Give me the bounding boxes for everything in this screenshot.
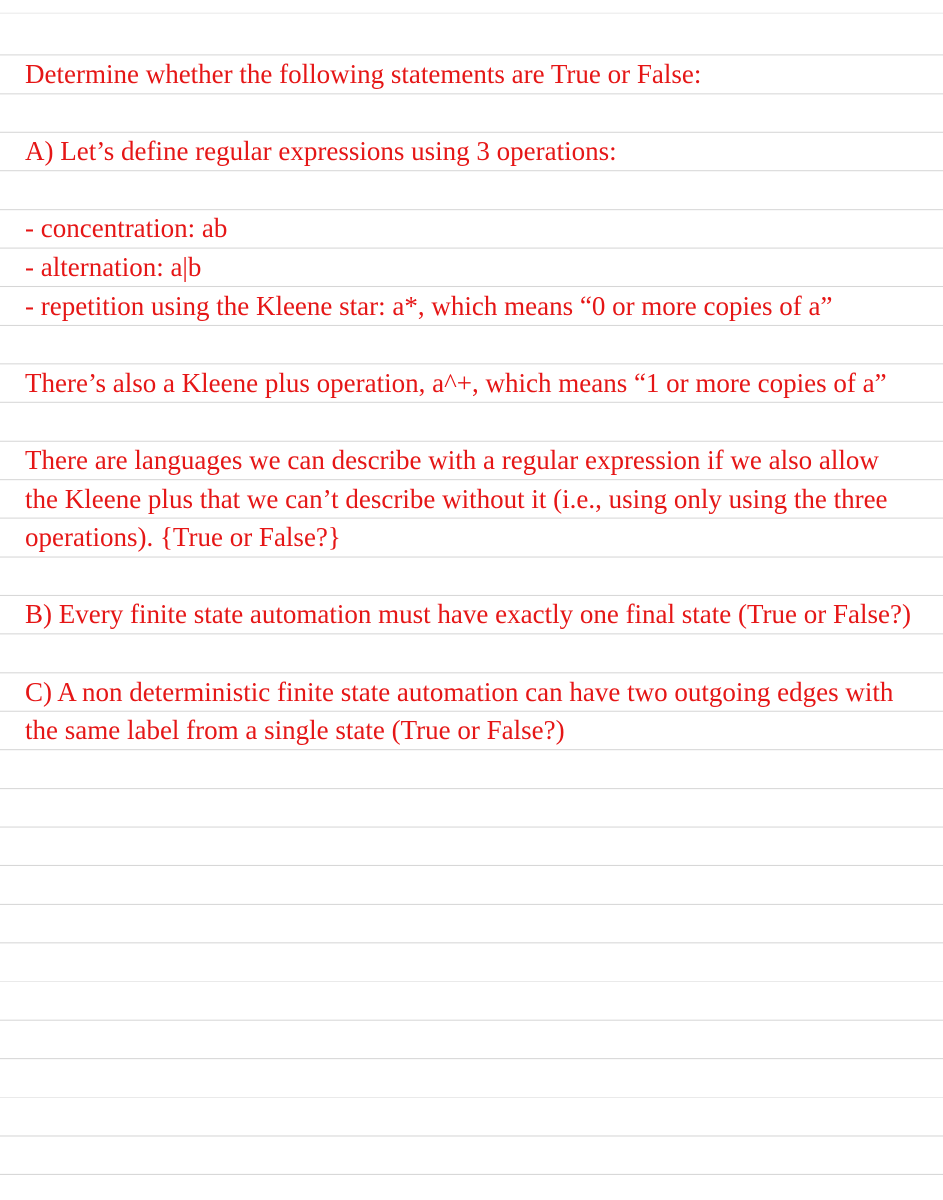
paragraph-c: C) A non deterministic finite state auto… [25,673,918,750]
paragraph-intro: Determine whether the following statemen… [25,55,918,94]
paragraph-a-question: There are languages we can describe with… [25,441,918,557]
paragraph-b: B) Every finite state automation must ha… [25,595,918,634]
paragraph-a-heading: A) Let’s define regular expressions usin… [25,132,918,171]
paragraph-a-operations: - concentration: ab - alternation: a|b -… [25,209,918,325]
paragraph-a-kleene-plus: There’s also a Kleene plus operation, a^… [25,364,918,403]
document-content: Determine whether the following statemen… [0,0,943,750]
